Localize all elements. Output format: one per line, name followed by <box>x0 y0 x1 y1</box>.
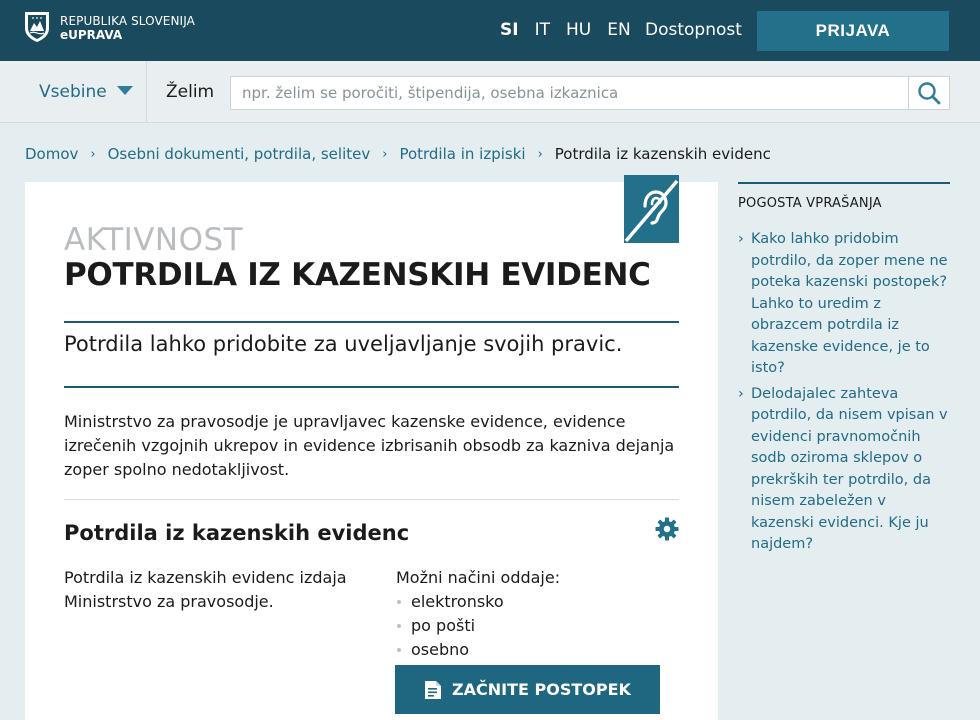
start-procedure-label: ZAČNITE POSTOPEK <box>452 680 631 699</box>
search-input[interactable] <box>230 76 910 110</box>
divider <box>64 321 679 323</box>
faq-item[interactable]: › Delodajalec zahteva potrdilo, da nisem… <box>738 384 950 556</box>
lang-hu[interactable]: HU <box>566 20 591 40</box>
coat-of-arms-icon[interactable] <box>24 11 50 43</box>
search-prefix-label: Želim <box>166 82 215 102</box>
brand[interactable]: REPUBLIKA SLOVENIJA eUPRAVA <box>60 14 195 42</box>
search-icon <box>918 82 941 105</box>
breadcrumb-certificates[interactable]: Potrdila in izpiski <box>399 145 525 163</box>
language-switcher: SI IT HU EN <box>500 20 647 40</box>
list-item: po pošti <box>396 614 504 638</box>
issuer-text: Potrdila iz kazenskih evidenc izdaja Min… <box>64 568 347 611</box>
caret-down-icon <box>116 85 133 95</box>
search-bar: Vsebine Želim <box>0 61 980 123</box>
submission-methods-list: elektronsko po pošti osebno <box>396 590 504 662</box>
accessibility-badge[interactable] <box>624 175 679 243</box>
breadcrumb-personal-documents[interactable]: Osebni dokumenti, potrdila, selitev <box>108 145 371 163</box>
chevron-right-icon: › <box>382 146 388 162</box>
page-title: POTRDILA IZ KAZENSKIH EVIDENC <box>64 257 651 293</box>
breadcrumb: Domov › Osebni dokumenti, potrdila, seli… <box>25 145 771 163</box>
breadcrumb-current: Potrdila iz kazenskih evidenc <box>554 145 771 163</box>
faq-sidebar: POGOSTA VPRAŠANJA › Kako lahko pridobim … <box>738 182 950 560</box>
list-item: osebno <box>396 638 504 662</box>
description-text: Ministrstvo za pravosodje je upravljavec… <box>64 412 675 479</box>
login-button[interactable]: PRIJAVA <box>757 11 949 51</box>
gear-icon[interactable] <box>655 517 679 541</box>
faq-item[interactable]: › Kako lahko pridobim potrdilo, da zoper… <box>738 229 950 380</box>
chevron-right-icon: › <box>90 146 96 162</box>
section-title: Potrdila iz kazenskih evidenc <box>64 521 410 545</box>
start-procedure-button[interactable]: ZAČNITE POSTOPEK <box>395 665 660 714</box>
content-menu-button[interactable]: Vsebine <box>0 61 147 123</box>
document-icon <box>424 680 442 700</box>
hearing-impaired-icon <box>624 179 679 243</box>
page-eyebrow: AKTIVNOST <box>64 222 244 258</box>
divider <box>64 386 679 388</box>
chevron-right-icon: › <box>738 385 744 402</box>
search-button[interactable] <box>908 76 950 110</box>
lang-si[interactable]: SI <box>500 20 519 40</box>
faq-item-text: Kako lahko pridobim potrdilo, da zoper m… <box>751 231 948 376</box>
faq-title: POGOSTA VPRAŠANJA <box>738 196 882 211</box>
content-menu-label: Vsebine <box>39 82 107 102</box>
breadcrumb-home[interactable]: Domov <box>25 145 78 163</box>
top-bar: REPUBLIKA SLOVENIJA eUPRAVA SI IT HU EN … <box>0 0 980 61</box>
brand-line-2: eUPRAVA <box>60 28 123 42</box>
lead-text: Potrdila lahko pridobite za uveljavljanj… <box>64 332 623 356</box>
lang-en[interactable]: EN <box>607 20 630 40</box>
chevron-right-icon: › <box>738 231 744 247</box>
list-item: elektronsko <box>396 590 504 614</box>
brand-line-1: REPUBLIKA SLOVENIJA <box>60 14 195 28</box>
divider <box>64 499 679 500</box>
faq-list: › Kako lahko pridobim potrdilo, da zoper… <box>738 229 950 556</box>
divider <box>738 182 950 184</box>
chevron-right-icon: › <box>537 146 543 162</box>
lang-it[interactable]: IT <box>535 20 550 40</box>
submission-methods-label: Možni načini oddaje: <box>396 568 561 587</box>
accessibility-link[interactable]: Dostopnost <box>645 20 742 40</box>
faq-item-text: Delodajalec zahteva potrdilo, da nisem v… <box>751 385 948 553</box>
